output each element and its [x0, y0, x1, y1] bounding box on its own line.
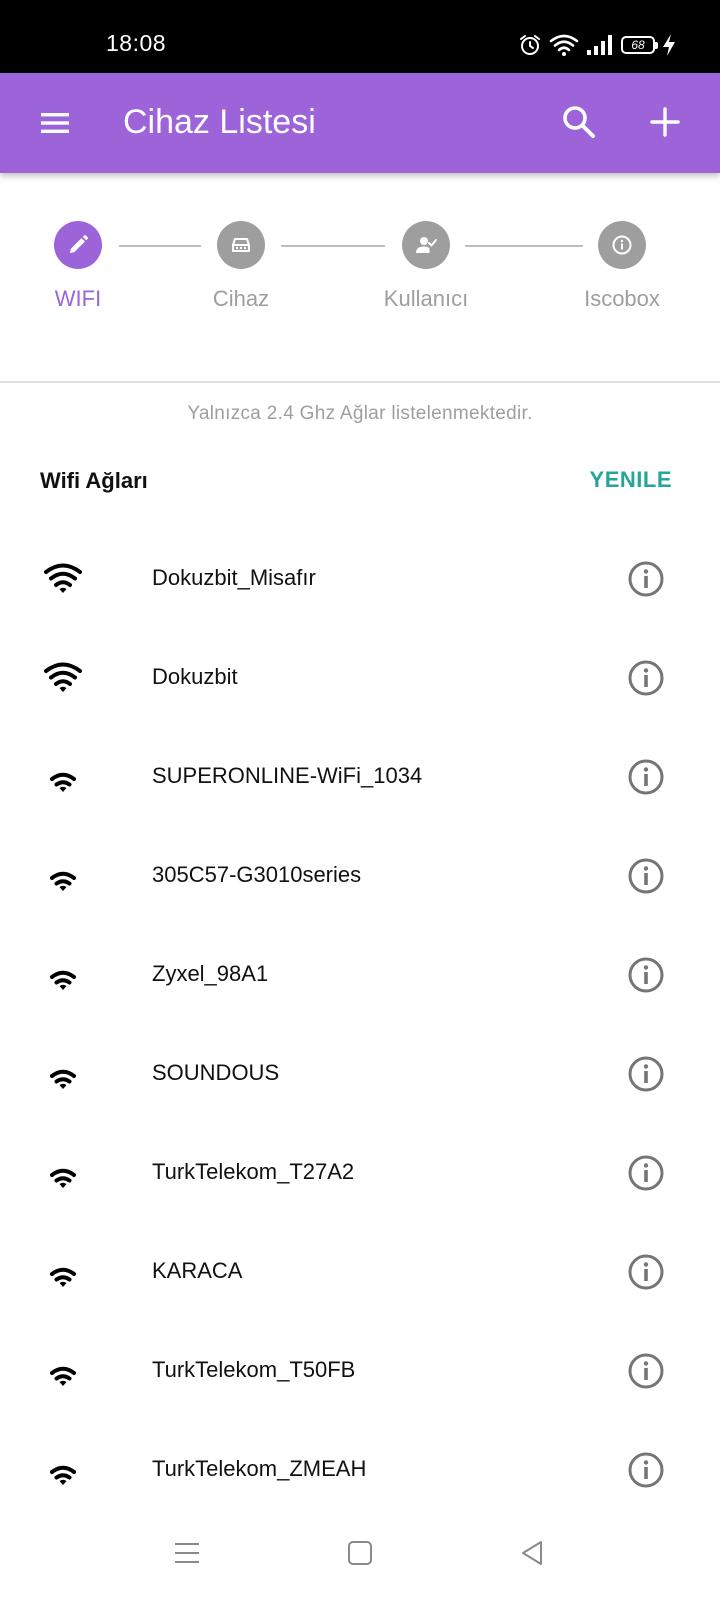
wifi-signal-low-icon — [50, 772, 76, 792]
wifi-ssid: 305C57-G3010series — [152, 862, 362, 887]
list-item[interactable]: KARACA — [0, 1222, 720, 1321]
wifi-signal-low-icon — [50, 1465, 76, 1485]
charging-icon — [663, 34, 675, 56]
info-icon[interactable] — [626, 559, 666, 599]
status-time: 18:08 — [106, 30, 167, 56]
list-item[interactable]: Dokuzbit_Misafır — [0, 529, 720, 628]
info-icon[interactable] — [626, 658, 666, 698]
search-icon[interactable] — [560, 103, 598, 141]
status-bar: 18:08 68 — [0, 0, 720, 73]
cell-signal-icon — [587, 35, 612, 55]
info-icon[interactable] — [626, 757, 666, 797]
stepper: WIFI Cihaz Kullanıcı Iscobox — [0, 173, 720, 383]
recents-icon[interactable] — [170, 1536, 204, 1570]
battery-level: 68 — [631, 38, 645, 52]
info-icon[interactable] — [626, 1153, 666, 1193]
list-item[interactable]: SOUNDOUS — [0, 1024, 720, 1123]
wifi-ssid: TurkTelekom_T50FB — [152, 1357, 356, 1382]
wifi-status-icon — [549, 34, 579, 56]
user-check-icon — [402, 221, 450, 269]
add-icon[interactable] — [646, 103, 684, 141]
info-icon — [598, 221, 646, 269]
wifi-signal-low-icon — [50, 970, 76, 990]
step-label-wifi: WIFI — [54, 286, 102, 311]
step-label-kullanici: Kullanıcı — [383, 286, 469, 311]
list-item[interactable]: TurkTelekom_T50FB — [0, 1321, 720, 1420]
wifi-signal-full-icon — [44, 563, 82, 593]
info-icon[interactable] — [626, 856, 666, 896]
alarm-icon — [520, 35, 540, 55]
wifi-signal-low-icon — [50, 871, 76, 891]
step-iscobox[interactable]: Iscobox — [542, 221, 702, 312]
list-item[interactable]: SUPERONLINE-WiFi_1034 — [0, 727, 720, 826]
battery-icon: 68 — [621, 36, 658, 54]
list-item[interactable]: Dokuzbit — [0, 628, 720, 727]
step-wifi[interactable]: WIFI — [0, 221, 158, 312]
step-kullanici[interactable]: Kullanıcı — [346, 221, 506, 312]
info-icon[interactable] — [626, 1054, 666, 1094]
list-item[interactable]: Zyxel_98A1 — [0, 925, 720, 1024]
list-item[interactable]: TurkTelekom_ZMEAH — [0, 1420, 720, 1519]
home-icon[interactable] — [343, 1536, 377, 1570]
step-cihaz[interactable]: Cihaz — [161, 221, 321, 312]
section-title: Wifi Ağları — [40, 468, 148, 493]
refresh-button[interactable]: YENILE — [590, 467, 672, 493]
wifi-ssid: Dokuzbit_Misafır — [152, 565, 316, 590]
divider — [0, 381, 720, 383]
info-icon[interactable] — [626, 1351, 666, 1391]
status-icons: 68 — [518, 32, 676, 58]
wifi-ssid: SUPERONLINE-WiFi_1034 — [152, 763, 423, 788]
wifi-signal-low-icon — [50, 1168, 76, 1188]
wifi-ssid: SOUNDOUS — [152, 1060, 280, 1085]
menu-icon[interactable] — [38, 106, 72, 140]
wifi-ssid: TurkTelekom_T27A2 — [152, 1159, 355, 1184]
wifi-signal-full-icon — [44, 662, 82, 692]
pencil-icon — [54, 221, 102, 269]
app-bar: Cihaz Listesi — [0, 73, 720, 173]
page-title: Cihaz Listesi — [123, 103, 316, 141]
wifi-signal-low-icon — [50, 1366, 76, 1386]
wifi-ssid: TurkTelekom_ZMEAH — [152, 1456, 367, 1481]
device-icon — [217, 221, 265, 269]
system-nav-bar — [0, 1516, 720, 1600]
wifi-list: Dokuzbit_Misafır Dokuzbit SUPERONLINE-Wi… — [0, 529, 720, 1519]
back-icon[interactable] — [515, 1536, 549, 1570]
step-label-cihaz: Cihaz — [212, 286, 270, 311]
wifi-signal-low-icon — [50, 1267, 76, 1287]
wifi-signal-low-icon — [50, 1069, 76, 1089]
wifi-ssid: Dokuzbit — [152, 664, 238, 689]
info-icon[interactable] — [626, 1450, 666, 1490]
list-item[interactable]: TurkTelekom_T27A2 — [0, 1123, 720, 1222]
list-item[interactable]: 305C57-G3010series — [0, 826, 720, 925]
band-notice: Yalnızca 2.4 Ghz Ağlar listelenmektedir. — [187, 403, 533, 424]
wifi-ssid: KARACA — [152, 1258, 243, 1283]
info-icon[interactable] — [626, 955, 666, 995]
step-label-iscobox: Iscobox — [584, 286, 660, 311]
info-icon[interactable] — [626, 1252, 666, 1292]
wifi-ssid: Zyxel_98A1 — [152, 961, 269, 986]
